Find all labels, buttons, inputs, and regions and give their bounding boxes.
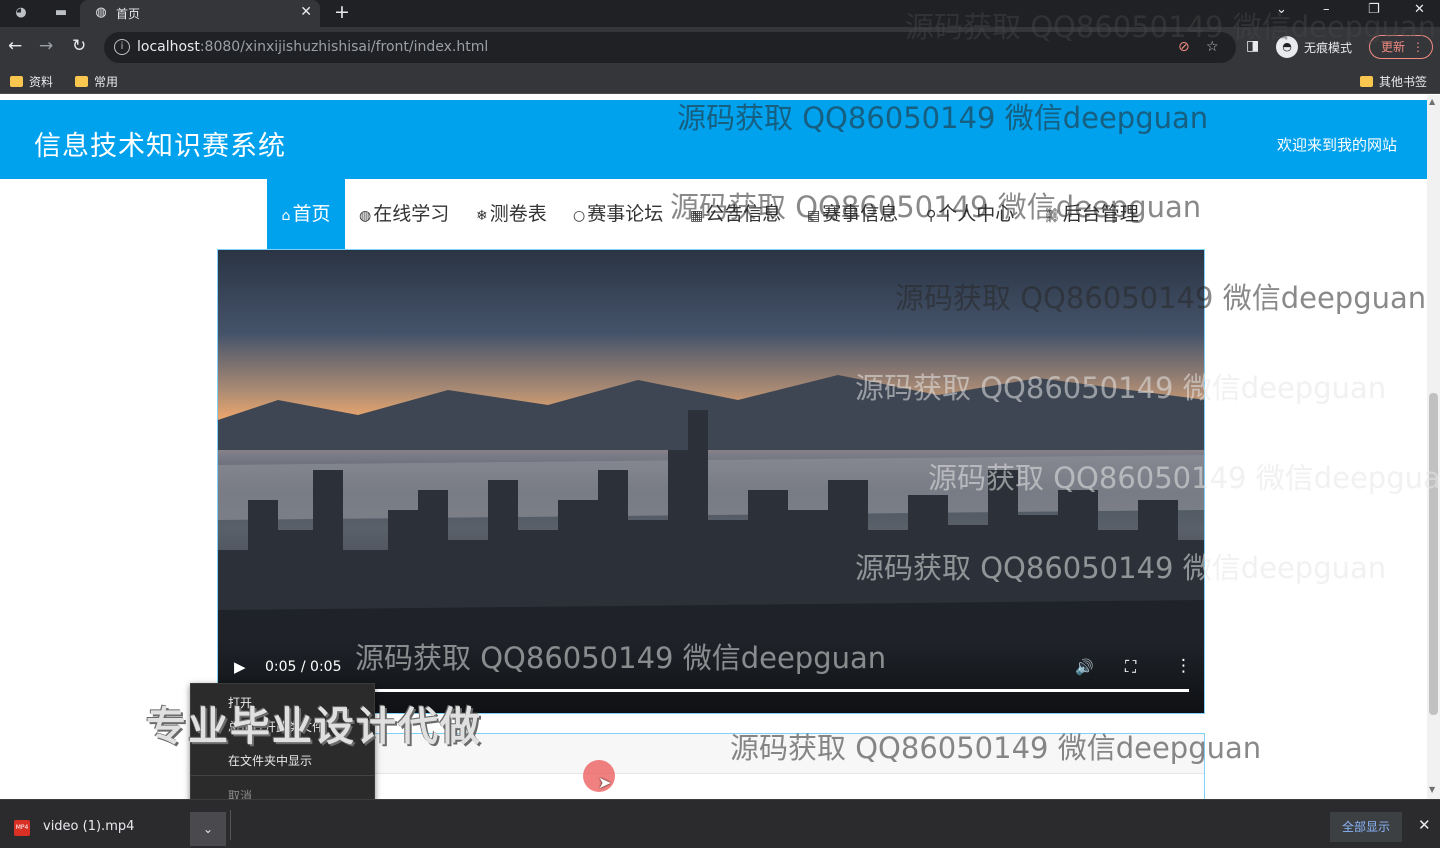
folder-icon bbox=[1360, 76, 1373, 87]
show-all-downloads-button[interactable]: 全部显示 bbox=[1330, 812, 1402, 842]
close-window-button[interactable]: ✕ bbox=[1414, 2, 1425, 17]
download-divider bbox=[230, 810, 231, 840]
page-scrollbar[interactable]: ▲ ▼ bbox=[1427, 95, 1440, 799]
mouse-cursor-icon: ➤ bbox=[598, 773, 612, 792]
side-panel-icon[interactable]: ◨ bbox=[1246, 38, 1259, 54]
browser-toolbar: ← → ↻ i localhost:8080/xinxijishuzhishis… bbox=[0, 27, 1440, 68]
incognito-icon: ◓ bbox=[1276, 36, 1298, 58]
site-info-icon[interactable]: i bbox=[114, 39, 130, 55]
learning-icon: ◍ bbox=[359, 208, 372, 224]
notice-icon: ▦ bbox=[690, 208, 704, 224]
folder-icon bbox=[75, 76, 88, 87]
tab-title: 首页 bbox=[116, 7, 141, 21]
address-bar[interactable]: i localhost:8080/xinxijishuzhishisai/fro… bbox=[104, 32, 1236, 63]
scroll-down-arrow-icon[interactable]: ▼ bbox=[1429, 785, 1435, 794]
update-button[interactable]: 更新 ⋮ bbox=[1369, 35, 1433, 59]
tab-list-chevron-icon[interactable]: ⌄ bbox=[1276, 2, 1287, 17]
user-icon: ⚲ bbox=[926, 208, 937, 224]
bookmark-star-icon[interactable]: ☆ bbox=[1206, 39, 1219, 55]
link-icon: ⛓ bbox=[1043, 208, 1061, 224]
video-player[interactable]: ▶ 0:05 / 0:05 🔊 ⛶ ⋮ bbox=[217, 249, 1205, 714]
site-header: 信息技术知识赛系统 欢迎来到我的网站 bbox=[0, 100, 1427, 179]
menu-divider bbox=[191, 775, 374, 776]
url-text[interactable]: localhost:8080/xinxijishuzhishisai/front… bbox=[137, 39, 488, 55]
home-icon: ⌂ bbox=[281, 208, 291, 224]
video-time: 0:05 / 0:05 bbox=[265, 659, 342, 675]
browser-tab-home[interactable]: ◍ 首页 ✕ bbox=[80, 0, 320, 27]
browser-tab-bar: ◕ ▬ ◍ 首页 ✕ + ⌄ – ❐ ✕ bbox=[0, 0, 1440, 27]
promo-watermark: 专业毕业设计代做 bbox=[146, 704, 482, 750]
welcome-text: 欢迎来到我的网站 bbox=[1276, 136, 1397, 154]
window-icon[interactable]: ▬ bbox=[52, 4, 70, 22]
scrollbar-thumb[interactable] bbox=[1429, 393, 1438, 715]
blocked-popup-icon[interactable]: ⊘ bbox=[1178, 39, 1190, 55]
incognito-label: 无痕模式 bbox=[1304, 41, 1353, 55]
folder-icon bbox=[10, 76, 23, 87]
globe-icon: ◍ bbox=[95, 5, 107, 20]
nav-announcements[interactable]: ▦ 公告信息 bbox=[690, 179, 781, 249]
nav-online-learning[interactable]: ◍ 在线学习 bbox=[359, 179, 449, 249]
bookmarks-bar: 资料 常用 其他书签 bbox=[0, 68, 1440, 94]
bookmark-folder-1[interactable]: 常用 bbox=[75, 73, 118, 90]
download-file-name[interactable]: video (1).mp4 bbox=[43, 819, 134, 834]
bookmark-folder-0[interactable]: 资料 bbox=[10, 73, 53, 90]
tab-search-icon[interactable]: ◕ bbox=[12, 4, 30, 22]
update-label: 更新 bbox=[1381, 40, 1406, 54]
volume-icon[interactable]: 🔊 bbox=[1075, 658, 1094, 676]
reload-button[interactable]: ↻ bbox=[72, 36, 86, 56]
back-button[interactable]: ← bbox=[8, 36, 22, 56]
nav-competition-info[interactable]: ▤ 赛事信息 bbox=[807, 179, 898, 249]
video-progress-bar[interactable] bbox=[374, 689, 1189, 692]
new-tab-button[interactable]: + bbox=[334, 1, 350, 23]
more-options-icon[interactable]: ⋮ bbox=[1175, 656, 1192, 676]
incognito-indicator[interactable]: ◓ 无痕模式 bbox=[1276, 34, 1364, 60]
nav-admin[interactable]: ⛓ 后台管理 bbox=[1043, 179, 1139, 249]
forward-button[interactable]: → bbox=[39, 36, 53, 56]
snowflake-icon: ❄ bbox=[476, 208, 488, 224]
other-bookmarks[interactable]: 其他书签 bbox=[1360, 73, 1427, 90]
forum-icon: ○ bbox=[573, 208, 586, 224]
nav-forum[interactable]: ○ 赛事论坛 bbox=[573, 179, 663, 249]
fullscreen-icon[interactable]: ⛶ bbox=[1125, 657, 1136, 677]
restore-button[interactable]: ❐ bbox=[1368, 2, 1380, 17]
scroll-up-arrow-icon[interactable]: ▲ bbox=[1429, 97, 1435, 106]
tab-close-icon[interactable]: ✕ bbox=[300, 4, 312, 20]
nav-exam-papers[interactable]: ❄ 测卷表 bbox=[476, 179, 547, 249]
nav-personal-center[interactable]: ⚲ 个人中心 bbox=[926, 179, 1014, 249]
download-options-chevron-icon[interactable]: ⌄ bbox=[190, 812, 226, 846]
download-bar: MP4 video (1).mp4 ⌄ 全部显示 ✕ bbox=[0, 799, 1440, 848]
ctx-show-in-folder[interactable]: 在文件夹中显示 bbox=[228, 752, 312, 769]
minimize-button[interactable]: – bbox=[1323, 2, 1330, 17]
nav-home[interactable]: ⌂ 首页 bbox=[267, 179, 345, 249]
list-icon: ▤ bbox=[807, 208, 821, 224]
video-file-icon: MP4 bbox=[14, 820, 30, 836]
play-button[interactable]: ▶ bbox=[234, 658, 246, 676]
menu-dots-icon: ⋮ bbox=[1412, 40, 1424, 54]
site-title: 信息技术知识赛系统 bbox=[34, 131, 286, 162]
close-download-bar-icon[interactable]: ✕ bbox=[1418, 816, 1431, 834]
